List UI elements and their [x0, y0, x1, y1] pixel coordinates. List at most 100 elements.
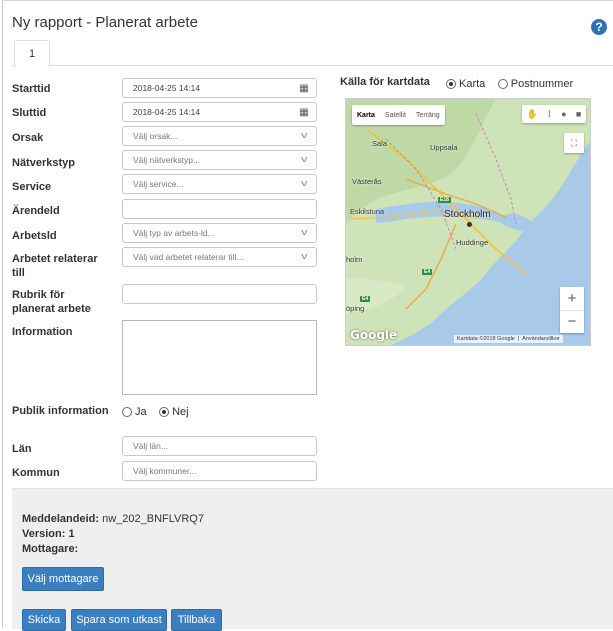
valj-mottagare-button[interactable]: Välj mottagare	[22, 567, 104, 591]
arbetsid-select[interactable]: Välj typ av arbets-ld... v	[122, 223, 317, 243]
lan-input[interactable]: Välj län...	[122, 436, 317, 456]
map-drawing-tools: ✋ ⌇ ● ■	[522, 105, 586, 123]
page-title: Ny rapport - Planerat arbete	[12, 14, 198, 31]
meddelande-line: Meddelandeid: nw_202_BNFLVRQ7	[22, 513, 204, 525]
arendeid-input[interactable]	[122, 199, 317, 219]
tab-bar-line	[12, 65, 613, 66]
publik-label: Publik information	[12, 405, 109, 417]
rubrik-input[interactable]	[122, 284, 317, 304]
bottom-panel	[12, 488, 613, 629]
relaterar-placeholder: Välj vad arbetet relaterar till...	[133, 252, 244, 262]
map-source-radio-postnummer[interactable]	[497, 78, 508, 89]
circle-icon[interactable]: ●	[561, 109, 566, 119]
chevron-down-icon: v	[300, 178, 307, 188]
kommun-placeholder: Välj kommuner...	[133, 466, 197, 476]
publik-radio-group: Ja Nej	[122, 403, 197, 421]
map-type-satellit[interactable]: Satellit	[380, 112, 411, 119]
map-source-heading: Källa för kartdata	[340, 76, 430, 88]
google-logo: Google	[350, 328, 398, 342]
polyline-icon[interactable]: ⌇	[547, 109, 551, 120]
natverkstyp-placeholder: Välj nätverkstyp...	[133, 155, 201, 165]
orsak-select[interactable]: Välj orsak... v	[122, 126, 317, 146]
map-place-stockholm: Stockholm	[444, 209, 491, 220]
starttid-input[interactable]: 2018-04-25 14:14 ▦	[122, 78, 317, 98]
window-left-border	[2, 0, 3, 628]
publik-ja-label: Ja	[135, 405, 147, 418]
publik-radio-nej[interactable]	[159, 406, 170, 417]
natverkstyp-label: Nätverkstyp	[12, 157, 75, 169]
relaterar-select[interactable]: Välj vad arbetet relaterar till... v	[122, 247, 317, 267]
information-label: Information	[12, 326, 73, 338]
rubrik-label: Rubrik för planerat arbete	[12, 288, 91, 316]
chevron-down-icon: v	[300, 130, 307, 140]
map-source-radio-karta[interactable]	[446, 78, 456, 89]
map-attribution: Kartdata ©2018 Google	[457, 336, 515, 342]
natverkstyp-select[interactable]: Välj nätverkstyp... v	[122, 150, 317, 170]
version-label: Version:	[22, 528, 66, 540]
rubrik-label-line1: Rubrik för	[12, 289, 65, 301]
sluttid-value: 2018-04-25 14:14	[133, 107, 201, 117]
calendar-icon[interactable]: ▦	[292, 103, 316, 121]
map-type-control: Karta Satellit Terräng	[352, 105, 445, 125]
meddelande-label: Meddelandeid:	[22, 513, 100, 525]
map-place-oping: öping	[346, 304, 365, 313]
fullscreen-icon[interactable]: ⛶	[564, 133, 584, 153]
map-place-uppsala: Uppsala	[430, 143, 458, 152]
version-value: 1	[68, 528, 75, 540]
chevron-down-icon: v	[300, 154, 307, 164]
road-shield-e18: E18	[438, 197, 451, 203]
publik-nej-label: Nej	[172, 405, 189, 418]
map-view[interactable]: Karta Satellit Terräng ✋ ⌇ ● ■ ⛶ Sala Up…	[345, 98, 591, 346]
lan-placeholder: Välj län...	[133, 441, 168, 451]
orsak-placeholder: Välj orsak...	[133, 131, 178, 141]
sluttid-input[interactable]: 2018-04-25 14:14 ▦	[122, 102, 317, 122]
kommun-label: Kommun	[12, 467, 60, 479]
mottagare-label: Mottagare:	[22, 543, 79, 555]
rectangle-icon[interactable]: ■	[576, 109, 581, 119]
map-place-holm: holm	[346, 255, 363, 264]
map-terms-link[interactable]: Användarvillkor	[522, 336, 560, 342]
orsak-label: Orsak	[12, 132, 44, 144]
mottagare-line: Mottagare:	[22, 543, 78, 555]
version-line: Version: 1	[22, 528, 75, 540]
publik-radio-ja[interactable]	[122, 406, 132, 417]
road-shield-e4: E4	[422, 269, 433, 275]
lan-label: Län	[12, 443, 32, 455]
calendar-icon[interactable]: ▦	[292, 79, 316, 97]
map-type-karta[interactable]: Karta	[352, 112, 380, 119]
meddelande-value: nw_202_BNFLVRQ7	[102, 513, 204, 525]
arendeid-label: Ärendeld	[12, 205, 60, 217]
starttid-label: Starttid	[12, 83, 51, 95]
hand-icon[interactable]: ✋	[527, 109, 538, 120]
starttid-value: 2018-04-25 14:14	[133, 83, 201, 93]
zoom-in-button[interactable]: +	[560, 287, 584, 311]
service-placeholder: Välj service...	[133, 179, 184, 189]
map-zoom-control: + −	[560, 287, 584, 333]
service-select[interactable]: Välj service... v	[122, 174, 317, 194]
map-type-terrang[interactable]: Terräng	[411, 112, 445, 119]
chevron-down-icon: v	[300, 227, 307, 237]
map-footer: Kartdata ©2018 Google | Användarvillkor	[454, 335, 563, 343]
window-top-border	[2, 0, 613, 1]
map-source-postnummer-label: Postnummer	[510, 77, 574, 90]
relaterar-label-line2: till	[12, 267, 25, 279]
map-marker-stockholm	[467, 222, 472, 227]
map-place-vasteras: Västerås	[352, 177, 382, 186]
map-source-radio-group: Karta Postnummer	[446, 75, 581, 93]
help-icon[interactable]: ?	[591, 19, 607, 35]
service-label: Service	[12, 181, 52, 193]
arbetsid-placeholder: Välj typ av arbets-ld...	[133, 228, 215, 238]
information-textarea[interactable]	[122, 320, 317, 395]
map-place-sala: Sala	[372, 139, 388, 148]
sluttid-label: Sluttid	[12, 107, 47, 119]
arbetsid-label: Arbetsld	[12, 230, 57, 242]
relaterar-label: Arbetet relaterar till	[12, 252, 98, 280]
rubrik-label-line2: planerat arbete	[12, 303, 91, 315]
relaterar-label-line1: Arbetet relaterar	[12, 253, 98, 265]
map-place-huddinge: Huddinge	[456, 238, 489, 247]
map-source-karta-label: Karta	[459, 77, 486, 90]
kommun-input[interactable]: Välj kommuner...	[122, 461, 317, 481]
tab-1[interactable]: 1	[14, 40, 50, 68]
chevron-down-icon: v	[300, 251, 307, 261]
zoom-out-button[interactable]: −	[560, 311, 584, 334]
